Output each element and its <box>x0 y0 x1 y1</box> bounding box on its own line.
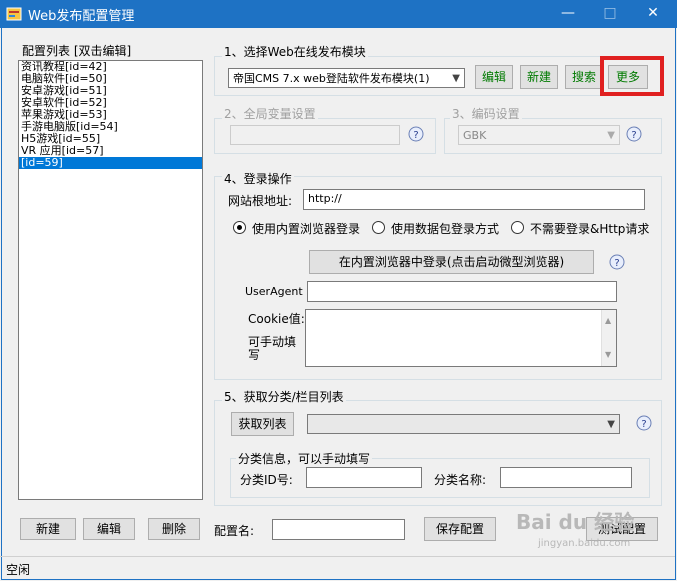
category-select[interactable]: ▼ <box>307 414 620 434</box>
category-id-label: 分类ID号: <box>240 473 293 487</box>
section2-label: 2、全局变量设置 <box>222 105 318 122</box>
new-config-button[interactable]: 新建 <box>20 518 76 540</box>
section5-label: 5、获取分类/栏目列表 <box>222 388 346 405</box>
useragent-input[interactable] <box>307 281 617 302</box>
scrollbar[interactable]: ▲ ▼ <box>601 310 616 366</box>
category-name-input[interactable] <box>500 467 632 488</box>
fetch-list-button[interactable]: 获取列表 <box>231 412 294 436</box>
chevron-down-icon: ▼ <box>607 130 615 141</box>
radio-builtin-browser-label[interactable]: 使用内置浏览器登录 <box>252 220 360 237</box>
browser-login-button[interactable]: 在内置浏览器中登录(点击启动微型浏览器) <box>309 250 594 274</box>
new-module-button[interactable]: 新建 <box>520 65 558 89</box>
minimize-button[interactable]: — <box>546 0 590 28</box>
watermark-url: jingyan.baidu.com <box>538 538 631 549</box>
highlight-box <box>600 56 664 96</box>
help-icon[interactable]: ? <box>636 415 652 431</box>
root-url-label: 网站根地址: <box>228 194 293 208</box>
save-config-button[interactable]: 保存配置 <box>424 517 496 541</box>
category-info-label: 分类信息，可以手动填写 <box>236 450 373 467</box>
section4-label: 4、登录操作 <box>222 170 294 187</box>
window-title: Web发布配置管理 <box>28 9 135 24</box>
help-icon[interactable]: ? <box>408 126 424 142</box>
useragent-label: UserAgent <box>245 285 303 298</box>
global-var-select[interactable] <box>230 125 400 145</box>
radio-no-login-label[interactable]: 不需要登录&Http请求 <box>530 220 649 237</box>
status-bar: 空闲 <box>0 556 675 580</box>
radio-no-login[interactable] <box>511 221 524 234</box>
chevron-down-icon: ▼ <box>452 73 460 84</box>
config-name-label: 配置名: <box>214 524 255 538</box>
chevron-down-icon[interactable]: ▼ <box>605 346 611 364</box>
encoding-value: GBK <box>463 129 487 142</box>
cookie-hint: 可手动填写 <box>248 335 297 362</box>
delete-config-button[interactable]: 删除 <box>148 518 200 540</box>
section3-label: 3、编码设置 <box>450 105 522 122</box>
edit-module-button[interactable]: 编辑 <box>475 65 513 89</box>
svg-text:?: ? <box>631 130 636 141</box>
edit-config-button[interactable]: 编辑 <box>83 518 135 540</box>
list-header: 配置列表 [双击编辑] <box>22 44 132 58</box>
list-item[interactable]: [id=59] <box>19 157 202 169</box>
module-select[interactable]: 帝国CMS 7.x web登陆软件发布模块(1) ▼ <box>228 68 465 88</box>
config-name-input[interactable] <box>272 519 405 540</box>
section1-label: 1、选择Web在线发布模块 <box>222 43 368 60</box>
search-module-button[interactable]: 搜索 <box>565 65 603 89</box>
watermark-logo: Bai du 经验 <box>516 510 635 534</box>
category-id-input[interactable] <box>306 467 422 488</box>
help-icon[interactable]: ? <box>626 126 642 142</box>
app-icon <box>6 7 22 21</box>
maximize-button[interactable]: □ <box>588 0 632 28</box>
config-list[interactable]: 资讯教程[id=42] 电脑软件[id=50] 安卓游戏[id=51] 安卓软件[id… <box>18 60 203 500</box>
encoding-select[interactable]: GBK ▼ <box>458 125 620 145</box>
help-icon[interactable]: ? <box>609 254 625 270</box>
module-select-value: 帝国CMS 7.x web登陆软件发布模块(1) <box>233 72 430 85</box>
title-bar: Web发布配置管理 — □ ✕ <box>0 0 677 28</box>
cookie-textarea[interactable]: ▲ ▼ <box>305 309 617 367</box>
cookie-label: Cookie值: <box>248 312 305 326</box>
close-button[interactable]: ✕ <box>631 0 675 28</box>
radio-builtin-browser[interactable] <box>233 221 246 234</box>
radio-packet-login-label[interactable]: 使用数据包登录方式 <box>391 220 499 237</box>
status-text: 空闲 <box>6 563 31 577</box>
svg-text:?: ? <box>614 258 619 269</box>
chevron-up-icon[interactable]: ▲ <box>605 312 611 330</box>
svg-text:?: ? <box>413 130 418 141</box>
category-name-label: 分类名称: <box>434 473 487 487</box>
chevron-down-icon: ▼ <box>607 419 615 430</box>
radio-packet-login[interactable] <box>372 221 385 234</box>
svg-text:?: ? <box>641 419 646 430</box>
root-url-input[interactable]: http:// <box>303 189 645 210</box>
